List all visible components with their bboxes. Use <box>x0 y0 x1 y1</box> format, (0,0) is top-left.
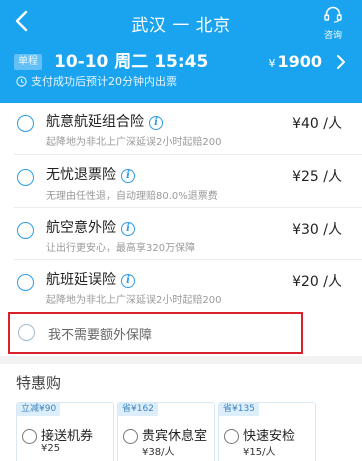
trip-type-badge: 单程 <box>14 54 42 70</box>
no-insurance-label: 我不需要额外保障 <box>48 328 153 343</box>
insurance-price: ¥25 /人 <box>292 169 342 185</box>
deal-card[interactable]: 立减¥90 接送机券 ¥25 <box>16 402 114 461</box>
deal-name: 贵宾休息室 <box>142 429 208 444</box>
total-price: ¥1900 <box>268 50 322 76</box>
insurance-name-text: 航空意外险 <box>46 220 116 236</box>
ticket-notice-text: 支付成功后预计20分钟内出票 <box>31 75 177 88</box>
price-value: 1900 <box>277 52 322 71</box>
route-title: 武汉 一 北京 <box>131 16 231 36</box>
insurance-price: ¥20 /人 <box>292 274 342 290</box>
insurance-item[interactable]: 航空意外险 i 让出行更安心，最高享320万保障 ¥30 /人 <box>0 208 362 260</box>
insurance-price: ¥30 /人 <box>292 222 342 238</box>
insurance-radio[interactable] <box>17 115 34 132</box>
insurance-desc: 起降地为非北上广深延误2小时起赔200 <box>46 295 222 306</box>
flight-summary[interactable]: 单程 10-10 周二 15:45 ¥1900 <box>0 50 362 74</box>
section-gap <box>0 356 362 364</box>
header: 武汉 一 北京 咨询 单程 10-10 周二 15:45 ¥1900 支付成功后… <box>0 0 362 103</box>
chevron-right-icon[interactable] <box>336 54 346 74</box>
deal-card[interactable]: 省¥135 快速安检 ¥15/人 <box>218 402 316 461</box>
special-title: 特惠购 <box>16 374 62 392</box>
deal-radio[interactable] <box>123 429 138 444</box>
deal-badge: 省¥135 <box>219 403 259 416</box>
insurance-desc: 让出行更安心，最高享320万保障 <box>46 243 196 254</box>
insurance-item[interactable]: 航班延误险 i 起降地为非北上广深延误2小时起赔200 ¥20 /人 <box>0 260 362 312</box>
insurance-name: 航班延误险 i <box>46 269 135 289</box>
insurance-name-text: 无忧退票险 <box>46 167 116 183</box>
info-icon[interactable]: i <box>121 222 135 236</box>
info-icon[interactable]: i <box>149 116 163 130</box>
headset-icon <box>324 6 342 23</box>
deal-radio[interactable] <box>22 429 37 444</box>
insurance-name-text: 航意航延组合险 <box>46 114 144 130</box>
deal-price: ¥25 <box>41 443 61 454</box>
deal-card[interactable]: 省¥162 贵宾休息室 ¥38/人 <box>117 402 215 461</box>
insurance-radio[interactable] <box>17 222 34 239</box>
deal-badge: 省¥162 <box>118 403 158 416</box>
deal-name: 接送机券 <box>41 429 94 444</box>
insurance-item[interactable]: 无忧退票险 i 无理由任性退，自动理赔80.0%退票费 ¥25 /人 <box>0 155 362 207</box>
price-symbol: ¥ <box>268 57 276 70</box>
clock-icon <box>16 76 27 91</box>
nav-bar: 武汉 一 北京 咨询 <box>0 0 362 44</box>
info-icon[interactable]: i <box>121 169 135 183</box>
insurance-desc: 起降地为非北上广深延误2小时起赔200 <box>46 137 222 148</box>
deal-price: ¥15/人 <box>243 447 276 458</box>
deal-radio[interactable] <box>224 429 239 444</box>
insurance-radio[interactable] <box>17 274 34 291</box>
insurance-name: 无忧退票险 i <box>46 164 135 184</box>
deal-price: ¥38/人 <box>142 447 175 458</box>
insurance-name-text: 航班延误险 <box>46 272 116 288</box>
insurance-radio[interactable] <box>17 169 34 186</box>
info-icon[interactable]: i <box>121 274 135 288</box>
consult-label: 咨询 <box>323 31 342 41</box>
insurance-item[interactable]: 航意航延组合险 i 起降地为非北上广深延误2小时起赔200 ¥40 /人 <box>0 103 362 155</box>
no-insurance-radio[interactable] <box>18 324 35 341</box>
insurance-price: ¥40 /人 <box>292 116 342 132</box>
no-insurance-option[interactable]: 我不需要额外保障 <box>8 312 303 354</box>
consult-button[interactable]: 咨询 <box>318 6 348 41</box>
insurance-desc: 无理由任性退，自动理赔80.0%退票费 <box>46 191 218 202</box>
insurance-name: 航空意外险 i <box>46 217 135 237</box>
ticket-notice: 支付成功后预计20分钟内出票 <box>16 75 177 91</box>
insurance-name: 航意航延组合险 i <box>46 111 163 131</box>
flight-date-time: 10-10 周二 15:45 <box>54 52 209 72</box>
deal-name: 快速安检 <box>243 429 296 444</box>
deal-badge: 立减¥90 <box>17 403 61 416</box>
